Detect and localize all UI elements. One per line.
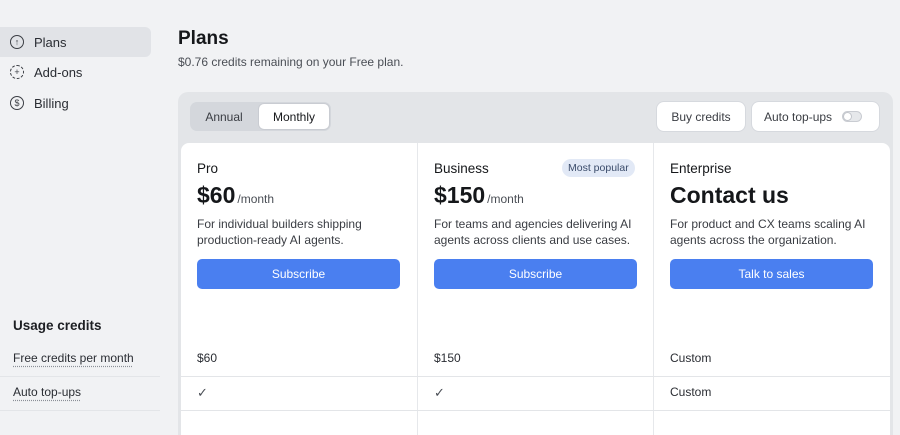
- row-divider: [181, 410, 890, 411]
- check-icon: ✓: [197, 385, 208, 400]
- price-amount: Contact us: [670, 182, 789, 208]
- sidebar-item-label: Add-ons: [34, 64, 83, 80]
- buy-credits-label: Buy credits: [671, 109, 731, 124]
- subscribe-pro-button[interactable]: Subscribe: [197, 259, 400, 289]
- auto-topups-button[interactable]: Auto top-ups: [752, 102, 879, 131]
- plan-description-enterprise: For product and CX teams scaling AI agen…: [670, 217, 866, 247]
- plan-name-business: Business: [434, 161, 489, 176]
- sidebar-item-label: Plans: [34, 34, 67, 50]
- sidebar-item-add-ons[interactable]: + Add-ons: [0, 57, 151, 87]
- auto-topups-enterprise: Custom: [670, 385, 712, 399]
- credits-remaining-text: $0.76 credits remaining on your Free pla…: [178, 55, 404, 69]
- row-divider: [181, 376, 890, 377]
- most-popular-badge: Most popular: [562, 159, 635, 177]
- check-icon: ✓: [434, 385, 445, 400]
- subscribe-business-button[interactable]: Subscribe: [434, 259, 637, 289]
- price-period: /month: [487, 192, 524, 206]
- row-label-free-credits[interactable]: Free credits per month: [13, 351, 134, 365]
- sidebar: ↑ Plans + Add-ons $ Billing Usage credit…: [0, 0, 160, 435]
- arrow-up-circle-icon: ↑: [10, 35, 24, 49]
- row-label-auto-topups[interactable]: Auto top-ups: [13, 385, 81, 399]
- free-credits-pro: $60: [197, 351, 218, 365]
- plan-price-pro: $60/month: [197, 182, 274, 209]
- buy-credits-button[interactable]: Buy credits: [657, 102, 745, 131]
- sidebar-item-label: Billing: [34, 95, 69, 111]
- plan-price-business: $150/month: [434, 182, 524, 209]
- auto-topups-toggle[interactable]: [842, 111, 863, 122]
- plan-description-pro: For individual builders shipping product…: [197, 217, 362, 247]
- talk-to-sales-button[interactable]: Talk to sales: [670, 259, 873, 289]
- price-amount: $60: [197, 182, 236, 208]
- page-title: Plans: [178, 28, 229, 49]
- sidebar-item-plans[interactable]: ↑ Plans: [0, 27, 151, 57]
- plan-name-pro: Pro: [197, 161, 219, 176]
- plus-dashed-circle-icon: +: [10, 65, 24, 79]
- column-divider: [653, 143, 654, 435]
- price-period: /month: [237, 192, 275, 206]
- row-divider: [0, 410, 160, 411]
- sidebar-item-billing[interactable]: $ Billing: [0, 88, 151, 118]
- usage-credits-heading: Usage credits: [13, 318, 102, 333]
- dollar-circle-icon: $: [10, 96, 24, 110]
- column-divider: [417, 143, 418, 435]
- period-monthly-button[interactable]: Monthly: [259, 104, 329, 129]
- free-credits-business: $150: [434, 351, 461, 365]
- period-annual-button[interactable]: Annual: [192, 104, 256, 129]
- plan-name-enterprise: Enterprise: [670, 161, 732, 176]
- free-credits-enterprise: Custom: [670, 351, 712, 365]
- price-amount: $150: [434, 182, 486, 208]
- plan-price-enterprise: Contact us: [670, 182, 789, 209]
- row-divider: [0, 376, 160, 377]
- auto-topups-label: Auto top-ups: [764, 109, 833, 124]
- plan-description-business: For teams and agencies delivering AI age…: [434, 217, 632, 247]
